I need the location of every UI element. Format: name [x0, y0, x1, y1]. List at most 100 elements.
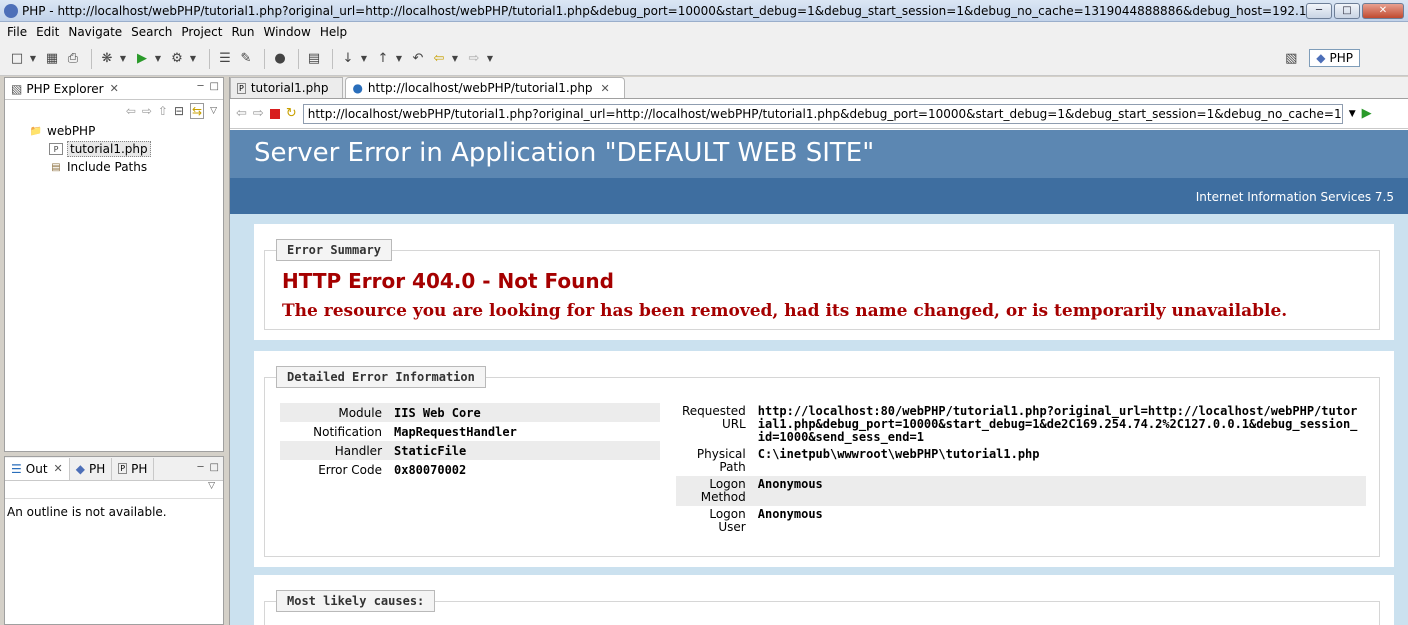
tree-item-webphp[interactable]: 📁 webPHP: [5, 122, 223, 140]
error-description: The resource you are looking for has bee…: [282, 301, 1288, 321]
forward-arrow-icon[interactable]: ⇨: [465, 50, 483, 68]
info-value: StaticFile: [394, 443, 467, 458]
url-history-dropdown-icon[interactable]: ▼: [1349, 109, 1356, 119]
php-perspective-button[interactable]: ◆ PHP: [1309, 49, 1360, 67]
explorer-view-icon: ▧: [11, 81, 23, 96]
iis-error-page: Server Error in Application "DEFAULT WEB…: [230, 130, 1408, 625]
info-value: Anonymous: [757, 507, 823, 521]
php-file-icon: P: [49, 143, 63, 155]
tree-item-include-paths[interactable]: ▤ Include Paths: [5, 158, 223, 176]
chevron-down-icon[interactable]: ▼: [486, 50, 494, 68]
tree-item-tutorial1[interactable]: P tutorial1.php: [5, 140, 223, 158]
tab-label: tutorial1.php: [250, 81, 329, 95]
back-arrow-icon[interactable]: ⇦: [126, 104, 136, 118]
menu-help[interactable]: Help: [317, 25, 353, 39]
back-arrow-icon[interactable]: ⇦: [430, 50, 448, 68]
info-value: C:\inetpub\wwwroot\webPHP\tutorial1.php: [757, 447, 1040, 461]
chevron-down-icon[interactable]: ▼: [451, 50, 459, 68]
close-icon[interactable]: ✕: [54, 462, 63, 475]
editor-area: P tutorial1.php ● http://localhost/webPH…: [229, 77, 1408, 625]
link-with-editor-icon[interactable]: ⇆: [190, 103, 205, 119]
tab-php-functions[interactable]: ◆ PH: [70, 457, 113, 480]
save-icon[interactable]: ▦: [43, 50, 61, 68]
refresh-icon[interactable]: ↻: [286, 106, 297, 121]
info-key: Physical Path: [696, 447, 746, 474]
menu-file[interactable]: File: [4, 25, 33, 39]
eclipse-app-icon: [4, 3, 18, 18]
php-explorer-tab-label: PHP Explorer: [26, 81, 104, 96]
debug-icon[interactable]: ❋: [98, 50, 116, 68]
detailed-error-legend: Detailed Error Information: [276, 366, 486, 388]
minimize-button[interactable]: ─: [1306, 2, 1332, 19]
maximize-view-icon[interactable]: □: [210, 462, 219, 473]
next-annotation-icon[interactable]: ↓: [339, 50, 357, 68]
table-row: Handler StaticFile: [280, 441, 660, 460]
open-type-icon[interactable]: ☰: [216, 50, 234, 68]
chevron-down-icon[interactable]: ▼: [29, 50, 37, 68]
toolbar-separator: [264, 48, 265, 69]
stop-icon[interactable]: [269, 108, 280, 119]
view-menu-icon[interactable]: ▽: [208, 481, 215, 491]
print-icon[interactable]: ⎙: [64, 50, 82, 68]
menu-search[interactable]: Search: [128, 25, 178, 39]
open-perspective-icon[interactable]: ▧: [1282, 49, 1300, 67]
pencil-icon[interactable]: ✎: [237, 50, 255, 68]
chevron-down-icon[interactable]: ▼: [395, 50, 403, 68]
url-input[interactable]: http://localhost/webPHP/tutorial1.php?or…: [302, 103, 1343, 124]
back-arrow-icon[interactable]: ⇦: [236, 106, 247, 121]
previous-annotation-icon[interactable]: ↑: [374, 50, 392, 68]
run-icon[interactable]: ▶: [133, 50, 151, 68]
close-icon[interactable]: ✕: [110, 82, 119, 95]
php-perspective-label: PHP: [1329, 51, 1354, 65]
info-value: http://localhost:80/webPHP/tutorial1.php…: [757, 404, 1358, 444]
tab-browser[interactable]: ● http://localhost/webPHP/tutorial1.php …: [345, 77, 625, 98]
forward-arrow-icon[interactable]: ⇨: [142, 104, 152, 118]
table-row: Notification MapRequestHandler: [280, 422, 660, 441]
go-icon[interactable]: ▶: [1362, 106, 1372, 121]
tab-php-project-outline[interactable]: P PH: [112, 457, 155, 480]
table-row: Physical Path C:\inetpub\wwwroot\webPHP\…: [676, 446, 1366, 476]
window-titlebar: PHP - http://localhost/webPHP/tutorial1.…: [0, 0, 1408, 22]
chevron-down-icon[interactable]: ▼: [189, 50, 197, 68]
toolbar-separator: [298, 48, 299, 69]
forward-arrow-icon[interactable]: ⇨: [253, 106, 264, 121]
info-value: 0x80070002: [394, 462, 467, 477]
php-explorer-tab[interactable]: ▧ PHP Explorer ✕ ─ □: [5, 78, 223, 100]
info-key: Module: [338, 405, 382, 420]
collapse-all-icon[interactable]: ⊟: [174, 104, 184, 118]
menu-window[interactable]: Window: [260, 25, 316, 39]
minimize-view-icon[interactable]: ─: [198, 81, 204, 92]
menu-navigate[interactable]: Navigate: [65, 25, 128, 39]
error-title: HTTP Error 404.0 - Not Found: [282, 269, 614, 293]
globe-icon[interactable]: ●: [271, 50, 289, 68]
chevron-down-icon[interactable]: ▼: [119, 50, 127, 68]
menu-run[interactable]: Run: [228, 25, 260, 39]
info-key: Error Code: [318, 462, 382, 477]
menu-project[interactable]: Project: [178, 25, 228, 39]
chevron-down-icon[interactable]: ▼: [154, 50, 162, 68]
outline-view: ☰ Out ✕ ◆ PH P PH ─ □ ▽ An outline is no…: [4, 456, 224, 625]
chevron-down-icon[interactable]: ▼: [360, 50, 368, 68]
task-list-icon[interactable]: ▤: [305, 50, 323, 68]
library-icon: ▤: [51, 161, 61, 173]
menu-edit[interactable]: Edit: [33, 25, 65, 39]
external-tools-icon[interactable]: ⚙: [168, 50, 186, 68]
tree-item-label: webPHP: [47, 124, 96, 138]
maximize-view-icon[interactable]: □: [210, 81, 219, 92]
close-icon[interactable]: ✕: [601, 82, 610, 95]
server-version: Internet Information Services 7.5: [230, 178, 1408, 214]
up-folder-icon[interactable]: ⇧: [158, 104, 168, 118]
project-folder-icon: 📁: [29, 125, 43, 137]
explorer-nav-toolbar: ⇦ ⇨ ⇧ ⊟ ⇆ ▽: [5, 100, 223, 122]
maximize-button[interactable]: □: [1334, 2, 1360, 19]
outline-tab-bar: ☰ Out ✕ ◆ PH P PH ─ □: [5, 457, 223, 481]
minimize-view-icon[interactable]: ─: [198, 462, 204, 473]
tab-outline[interactable]: ☰ Out ✕: [5, 457, 70, 480]
last-edit-icon[interactable]: ↶: [409, 50, 427, 68]
tab-tutorial1-php[interactable]: P tutorial1.php: [230, 77, 344, 98]
error-summary-box: Error Summary HTTP Error 404.0 - Not Fou…: [254, 224, 1394, 340]
close-button[interactable]: ✕: [1362, 2, 1404, 19]
table-row: Error Code 0x80070002: [280, 460, 660, 479]
view-menu-icon[interactable]: ▽: [210, 106, 217, 116]
new-icon[interactable]: □: [8, 50, 26, 68]
